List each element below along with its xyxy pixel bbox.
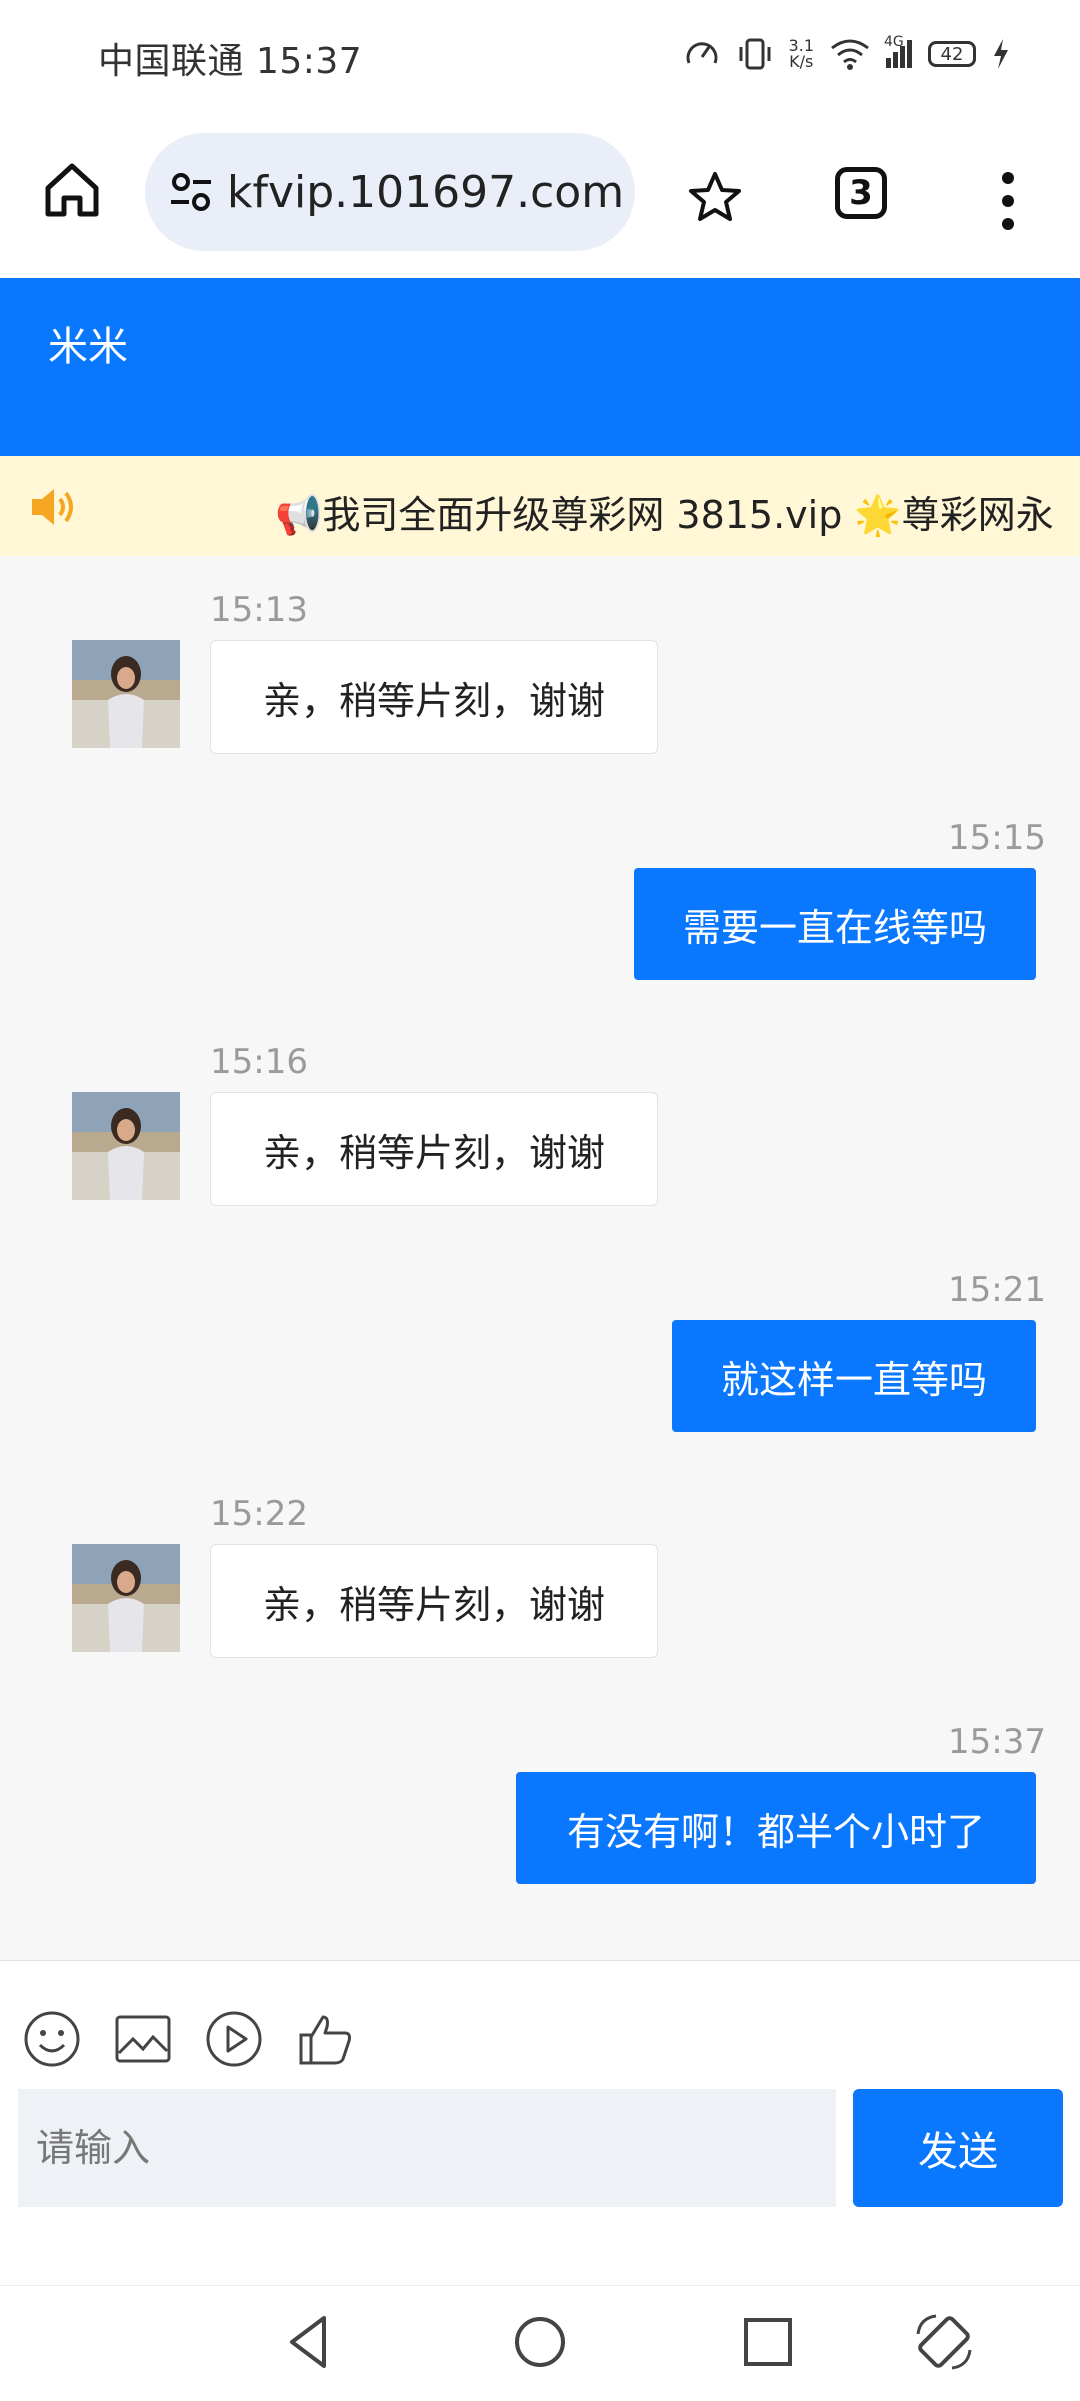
net-speed: 3.1 K/s	[788, 36, 814, 71]
thumbs-up-icon[interactable]	[295, 2009, 355, 2069]
speed-gauge-icon	[686, 42, 718, 64]
rotate-screen-icon[interactable]	[912, 2310, 976, 2374]
home-circle-icon[interactable]	[508, 2310, 572, 2374]
image-icon[interactable]	[113, 2009, 173, 2069]
home-icon[interactable]	[40, 158, 104, 222]
tab-switcher-button[interactable]: 3	[835, 167, 887, 219]
message-time: 15:22	[210, 1494, 308, 1534]
carrier-time: 中国联通 15:37	[98, 41, 363, 82]
video-play-icon[interactable]	[204, 2009, 264, 2069]
status-bar: 中国联通 15:37 3.1 K/s 4G 42	[0, 0, 1080, 108]
message-time: 15:15	[948, 818, 1046, 858]
announcement-bar: 📢我司全面升级尊彩网 3815.vip 🌟尊彩网永	[0, 456, 1080, 556]
incoming-message: 亲，稍等片刻，谢谢	[210, 1092, 658, 1206]
charging-bolt-icon	[994, 39, 1008, 69]
message-time: 15:37	[948, 1722, 1046, 1762]
battery-indicator: 42	[928, 41, 976, 67]
cell-signal-icon: 4G	[884, 34, 912, 68]
bookmark-star-icon[interactable]	[685, 168, 745, 228]
more-menu-icon[interactable]	[990, 166, 1026, 236]
chat-header: 米米	[0, 278, 1080, 456]
wifi-icon	[831, 39, 869, 70]
incoming-message: 亲，稍等片刻，谢谢	[210, 640, 658, 754]
avatar	[72, 640, 180, 748]
avatar	[72, 1544, 180, 1652]
outgoing-message: 就这样一直等吗	[672, 1320, 1036, 1432]
address-bar[interactable]: kfvip.101697.com	[145, 133, 635, 251]
system-nav-bar	[0, 2285, 1080, 2401]
incoming-message: 亲，稍等片刻，谢谢	[210, 1544, 658, 1658]
message-time: 15:21	[948, 1270, 1046, 1310]
url-text[interactable]: kfvip.101697.com	[227, 167, 624, 218]
send-button[interactable]: 发送	[853, 2089, 1063, 2207]
message-time: 15:13	[210, 590, 308, 630]
agent-name: 米米	[48, 324, 128, 370]
back-icon[interactable]	[278, 2310, 342, 2374]
message-composer: 发送	[0, 1960, 1080, 2286]
message-time: 15:16	[210, 1042, 308, 1082]
chat-messages: 15:13 亲，稍等片刻，谢谢 15:15 需要一直在线等吗 15:16 亲，稍…	[0, 556, 1080, 1960]
vibrate-icon	[739, 38, 771, 70]
outgoing-message: 需要一直在线等吗	[634, 868, 1036, 980]
recents-square-icon[interactable]	[736, 2310, 800, 2374]
emoji-icon[interactable]	[22, 2009, 82, 2069]
speaker-icon	[32, 489, 73, 525]
message-input[interactable]	[18, 2089, 836, 2207]
avatar	[72, 1092, 180, 1200]
site-settings-icon[interactable]	[165, 166, 217, 218]
announcement-text: 📢我司全面升级尊彩网 3815.vip 🌟尊彩网永	[275, 493, 1054, 537]
outgoing-message: 有没有啊！都半个小时了	[516, 1772, 1036, 1884]
browser-toolbar: kfvip.101697.com 3	[0, 108, 1080, 279]
status-icons: 3.1 K/s 4G 42	[683, 28, 1010, 80]
